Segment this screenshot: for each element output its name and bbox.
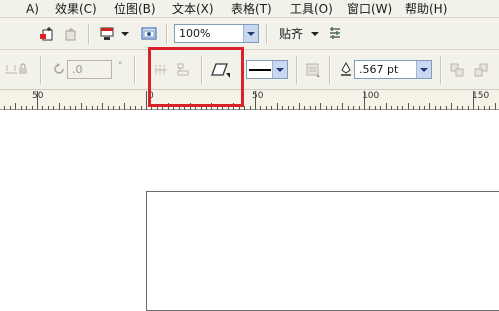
ruler-tick (59, 103, 60, 110)
separator (134, 56, 136, 84)
ruler-tick (15, 103, 16, 110)
menu-item-window[interactable]: 窗口(W) (347, 1, 392, 17)
separator (88, 24, 90, 44)
separator (40, 56, 42, 84)
ruler-tick (146, 91, 147, 110)
ruler-tick (81, 103, 82, 110)
menu-item-tools[interactable]: 工具(O) (290, 1, 333, 17)
ruler-tick (473, 91, 474, 110)
to-back-icon (472, 61, 490, 79)
menu-item-effects[interactable]: 效果(C) (55, 1, 97, 17)
chevron-down-icon[interactable] (310, 25, 320, 43)
welcome-screen-icon[interactable] (140, 25, 158, 43)
menu-item-bitmap[interactable]: 位图(B) (114, 1, 156, 17)
zoom-level-dropdown[interactable]: 100% (174, 24, 259, 43)
property-bar: .0 ° .567 pt (0, 50, 499, 90)
zoom-level-value: 100% (179, 27, 211, 40)
pen-nib-icon (337, 60, 355, 78)
lock-icon (14, 60, 32, 78)
line-style-dropdown[interactable] (246, 60, 288, 79)
horizontal-ruler[interactable]: 50 0 50 100 150 (0, 90, 499, 110)
ruler-tick (451, 103, 452, 110)
application-launcher-icon[interactable] (98, 25, 116, 43)
chevron-down-icon[interactable] (416, 61, 431, 78)
degree-icon: ° (118, 61, 123, 71)
snap-to-button[interactable]: 贴齐 (279, 26, 303, 42)
ruler-tick (386, 103, 387, 110)
export-icon[interactable] (62, 25, 80, 43)
ruler-tick (255, 91, 256, 110)
document-page[interactable] (146, 191, 499, 311)
options-icon[interactable] (326, 25, 344, 43)
ruler-ticks (0, 90, 499, 110)
ruler-tick (408, 103, 409, 110)
arrow-style-icon (304, 61, 322, 79)
ruler-tick (495, 103, 496, 110)
outline-width-dropdown[interactable]: .567 pt (354, 60, 432, 79)
menu-bar: A) 效果(C) 位图(B) 文本(X) 表格(T) 工具(O) 窗口(W) 帮… (0, 0, 499, 18)
menu-item-partial[interactable]: A) (26, 1, 39, 17)
separator (266, 24, 268, 44)
rotation-angle-input[interactable]: .0 (67, 60, 112, 79)
ruler-tick (37, 91, 38, 110)
separator (440, 56, 442, 84)
import-icon[interactable] (38, 25, 56, 43)
menu-item-help[interactable]: 帮助(H) (405, 1, 447, 17)
chevron-down-icon[interactable] (272, 61, 287, 78)
highlight-annotation (148, 47, 244, 107)
ruler-tick (102, 103, 103, 110)
separator (329, 56, 331, 84)
ruler-tick (320, 103, 321, 110)
menu-item-text[interactable]: 文本(X) (172, 1, 214, 17)
ruler-tick (364, 91, 365, 110)
chevron-down-icon[interactable] (120, 25, 130, 43)
line-style-preview (249, 69, 271, 71)
rotate-icon (50, 60, 68, 78)
rotation-angle-value: .0 (72, 63, 83, 76)
chevron-down-icon[interactable] (243, 25, 258, 42)
menu-item-table[interactable]: 表格(T) (231, 1, 272, 17)
separator (296, 56, 298, 84)
separator (166, 24, 168, 44)
ruler-tick (429, 103, 430, 110)
ruler-tick (299, 103, 300, 110)
standard-toolbar: 100% 贴齐 (0, 18, 499, 50)
to-front-icon (448, 61, 466, 79)
ruler-tick (277, 103, 278, 110)
outline-width-value: .567 pt (359, 63, 399, 76)
ruler-tick (342, 103, 343, 110)
ruler-tick (124, 103, 125, 110)
